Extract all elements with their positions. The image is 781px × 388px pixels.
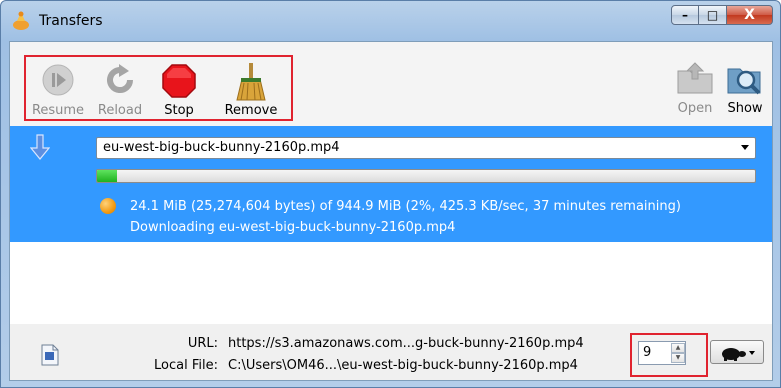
remove-label: Remove [224,103,278,118]
maximize-icon: □ [706,8,719,22]
chevron-down-icon [749,351,755,355]
status-orange-icon [100,198,116,214]
close-icon: X [744,7,755,23]
client-area: Resume Reload Stop Remove Open Show eu-w… [9,41,773,381]
url-value: https://s3.amazonaws.com...g-buck-bunny-… [228,336,584,351]
magnifier-folder-icon [727,68,761,95]
transfer-actions-group: Resume Reload Stop Remove [24,55,293,121]
maximize-button[interactable]: □ [699,5,727,25]
show-button[interactable]: Show [722,55,768,121]
download-arrow-icon [30,134,50,160]
transfer-details: URL: https://s3.amazonaws.com...g-buck-b… [10,324,772,380]
progress-bar [96,169,756,183]
transfer-list: eu-west-big-buck-bunny-2160p.mp4 24.1 Mi… [10,126,772,324]
reload-button[interactable]: Reload [92,57,148,123]
close-button[interactable]: X [727,5,773,25]
resume-icon [42,64,74,96]
connections-value: 9 [643,345,652,360]
minimize-button[interactable]: – [671,5,699,25]
transfer-status: 24.1 MiB (25,274,604 bytes) of 944.9 MiB… [130,199,681,214]
title-bar[interactable]: Transfers – □ X [1,1,780,41]
reload-label: Reload [97,103,143,118]
connections-highlight: 9 ▲ ▼ [630,333,708,377]
stepper-buttons: ▲ ▼ [671,343,685,363]
transfer-app-icon [13,11,29,30]
file-icon [41,344,59,366]
stepper-down-button[interactable]: ▼ [671,353,685,363]
remove-button[interactable]: Remove [216,57,286,123]
open-folder-icon [677,62,713,94]
broom-icon [236,63,266,101]
stop-button[interactable]: Stop [154,57,204,123]
progress-fill [97,170,117,182]
window-controls: – □ X [671,5,773,25]
stepper-up-button[interactable]: ▲ [671,343,685,353]
resume-button[interactable]: Resume [30,57,86,123]
connections-stepper[interactable]: 9 ▲ ▼ [638,341,686,365]
minimize-icon: – [682,8,688,22]
chevron-down-icon [741,145,749,150]
open-button[interactable]: Open [672,55,718,121]
toolbar: Resume Reload Stop Remove Open Show [10,42,772,126]
resume-label: Resume [31,103,85,118]
transfer-row[interactable]: eu-west-big-buck-bunny-2160p.mp4 24.1 Mi… [10,126,772,242]
stop-icon [162,64,196,98]
file-select-value: eu-west-big-buck-bunny-2160p.mp4 [103,140,340,155]
window-title: Transfers [39,13,103,29]
speed-limit-button[interactable] [710,340,764,364]
local-file-value: C:\Users\OM46...\eu-west-big-buck-bunny-… [228,358,578,373]
url-label: URL: [187,336,218,351]
stop-label: Stop [164,103,194,118]
local-file-label: Local File: [154,358,218,373]
turtle-icon [722,348,746,361]
transfers-window: Transfers – □ X Resume Reload Stop Remov… [0,0,781,388]
open-label: Open [677,101,713,116]
reload-icon [107,64,134,94]
transfer-detail: Downloading eu-west-big-buck-bunny-2160p… [130,220,456,235]
show-label: Show [727,101,763,116]
file-select[interactable]: eu-west-big-buck-bunny-2160p.mp4 [96,137,756,159]
